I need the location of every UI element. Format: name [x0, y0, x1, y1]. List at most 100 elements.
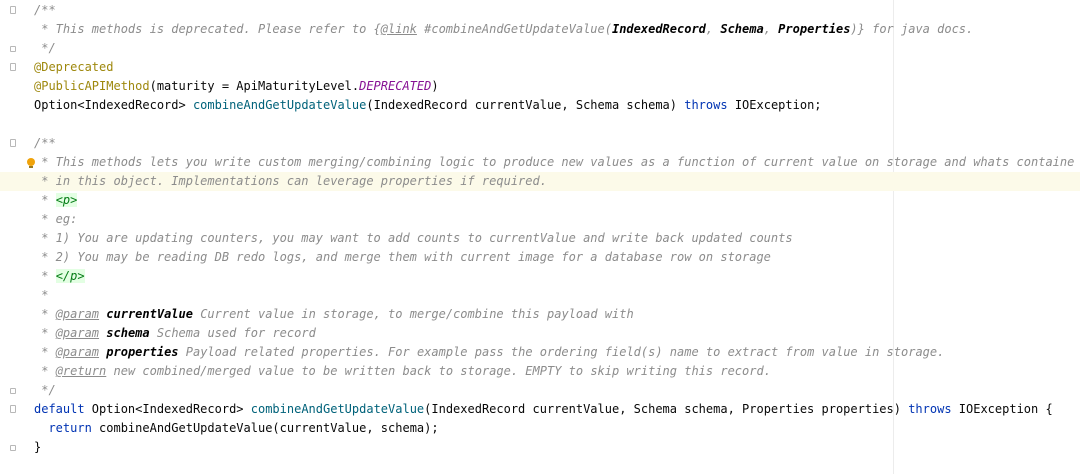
code-line[interactable]: * This methods is deprecated. Please ref…: [0, 20, 1080, 39]
code-text: * eg:: [34, 210, 77, 229]
code-token: *: [34, 345, 56, 359]
code-line[interactable]: @Deprecated: [0, 58, 1080, 77]
code-token: Schema used for record: [149, 326, 316, 340]
code-text: default Option<IndexedRecord> combineAnd…: [34, 400, 1053, 419]
code-line[interactable]: }: [0, 438, 1080, 457]
fold-toggle-icon[interactable]: [10, 63, 16, 71]
code-token: (IndexedRecord currentValue, Schema sche…: [424, 402, 909, 416]
code-line[interactable]: * @param properties Payload related prop…: [0, 343, 1080, 362]
code-token: #combineAndGetUpdateValue(: [416, 22, 612, 36]
code-token: Option<IndexedRecord>: [84, 402, 251, 416]
code-line[interactable]: * @return new combined/merged value to b…: [0, 362, 1080, 381]
code-line[interactable]: return combineAndGetUpdateValue(currentV…: [0, 419, 1080, 438]
code-token: throws: [684, 98, 728, 112]
code-text: @PublicAPIMethod(maturity = ApiMaturityL…: [34, 77, 439, 96]
code-token: Option<IndexedRecord>: [34, 98, 193, 112]
code-line[interactable]: Option<IndexedRecord> combineAndGetUpdat…: [0, 96, 1080, 115]
fold-end-icon[interactable]: [10, 388, 16, 394]
code-token: *: [34, 288, 49, 302]
code-text: * in this object. Implementations can le…: [34, 172, 547, 191]
code-token: IOException {: [951, 402, 1053, 416]
code-token: combineAndGetUpdateValue(currentValue, s…: [91, 421, 439, 435]
code-token: Schema: [720, 22, 764, 36]
code-token: @PublicAPIMethod: [34, 79, 150, 93]
code-token: currentValue: [106, 307, 193, 321]
code-token: properties: [106, 345, 179, 359]
code-line[interactable]: * 1) You are updating counters, you may …: [0, 229, 1080, 248]
code-token: schema: [106, 326, 150, 340]
code-line[interactable]: */: [0, 381, 1080, 400]
code-token: ,: [705, 22, 721, 36]
code-text: * @param properties Payload related prop…: [34, 343, 944, 362]
code-line[interactable]: /**: [0, 1, 1080, 20]
code-token: @Deprecated: [34, 60, 114, 74]
code-token: * This methods lets you write custom mer…: [34, 155, 1075, 169]
code-text: * @return new combined/merged value to b…: [34, 362, 771, 381]
code-token: @param: [55, 345, 100, 359]
code-text: return combineAndGetUpdateValue(currentV…: [34, 419, 439, 438]
code-text: * @param schema Schema used for record: [34, 324, 316, 343]
code-token: @return: [55, 364, 107, 378]
code-text: * This methods is deprecated. Please ref…: [34, 20, 973, 39]
code-line[interactable]: * @param currentValue Current value in s…: [0, 305, 1080, 324]
code-token: *: [34, 326, 56, 340]
code-token: *: [34, 364, 56, 378]
code-token: @link: [380, 22, 417, 36]
code-token: </p>: [55, 269, 85, 283]
fold-toggle-icon[interactable]: [10, 139, 16, 147]
code-token: /**: [34, 136, 56, 150]
code-token: */: [34, 383, 56, 397]
code-text: */: [34, 39, 56, 58]
code-line[interactable]: * </p>: [0, 267, 1080, 286]
fold-end-icon[interactable]: [10, 445, 16, 451]
code-token: <p>: [55, 193, 78, 207]
code-token: DEPRECATED: [359, 79, 432, 93]
code-text: * @param currentValue Current value in s…: [34, 305, 634, 324]
code-token: * in this object. Implementations can le…: [34, 174, 547, 188]
code-line[interactable]: * This methods lets you write custom mer…: [0, 153, 1080, 172]
code-editor[interactable]: /** * This methods is deprecated. Please…: [0, 0, 1080, 474]
code-text: @Deprecated: [34, 58, 113, 77]
code-line[interactable]: * <p>: [0, 191, 1080, 210]
code-line[interactable]: [0, 115, 1080, 134]
fold-toggle-icon[interactable]: [10, 405, 16, 413]
code-text: * <p>: [34, 191, 78, 210]
fold-end-icon[interactable]: [10, 46, 16, 52]
code-line[interactable]: */: [0, 39, 1080, 58]
code-line[interactable]: * @param schema Schema used for record: [0, 324, 1080, 343]
code-text: /**: [34, 134, 56, 153]
code-token: */: [34, 41, 56, 55]
code-text: * </p>: [34, 267, 85, 286]
code-text: * This methods lets you write custom mer…: [34, 153, 1074, 172]
code-token: * This methods is deprecated. Please ref…: [34, 22, 381, 36]
code-line[interactable]: * eg:: [0, 210, 1080, 229]
code-line[interactable]: * 2) You may be reading DB redo logs, an…: [0, 248, 1080, 267]
code-token: ,: [763, 22, 779, 36]
code-text: /**: [34, 1, 56, 20]
code-text: *: [34, 286, 48, 305]
code-token: IndexedRecord: [611, 22, 706, 36]
code-token: IOException;: [727, 98, 822, 112]
code-token: throws: [908, 402, 952, 416]
code-token: (maturity = ApiMaturityLevel.: [149, 79, 360, 93]
code-token: @param: [55, 307, 100, 321]
code-token: @param: [55, 326, 100, 340]
code-token: * 2) You may be reading DB redo logs, an…: [34, 250, 771, 264]
code-token: * 1) You are updating counters, you may …: [34, 231, 793, 245]
code-line[interactable]: @PublicAPIMethod(maturity = ApiMaturityL…: [0, 77, 1080, 96]
code-token: ): [431, 79, 439, 93]
code-line[interactable]: /**: [0, 134, 1080, 153]
code-line[interactable]: *: [0, 286, 1080, 305]
fold-toggle-icon[interactable]: [10, 6, 16, 14]
code-token: Current value in storage, to merge/combi…: [192, 307, 634, 321]
code-token: return: [48, 421, 92, 435]
code-token: /**: [34, 3, 56, 17]
code-token: default: [34, 402, 85, 416]
code-text: }: [34, 438, 41, 457]
code-token: Properties: [778, 22, 851, 36]
code-text: */: [34, 381, 56, 400]
code-line[interactable]: * in this object. Implementations can le…: [0, 172, 1080, 191]
code-token: new combined/merged value to be written …: [106, 364, 771, 378]
code-line[interactable]: default Option<IndexedRecord> combineAnd…: [0, 400, 1080, 419]
